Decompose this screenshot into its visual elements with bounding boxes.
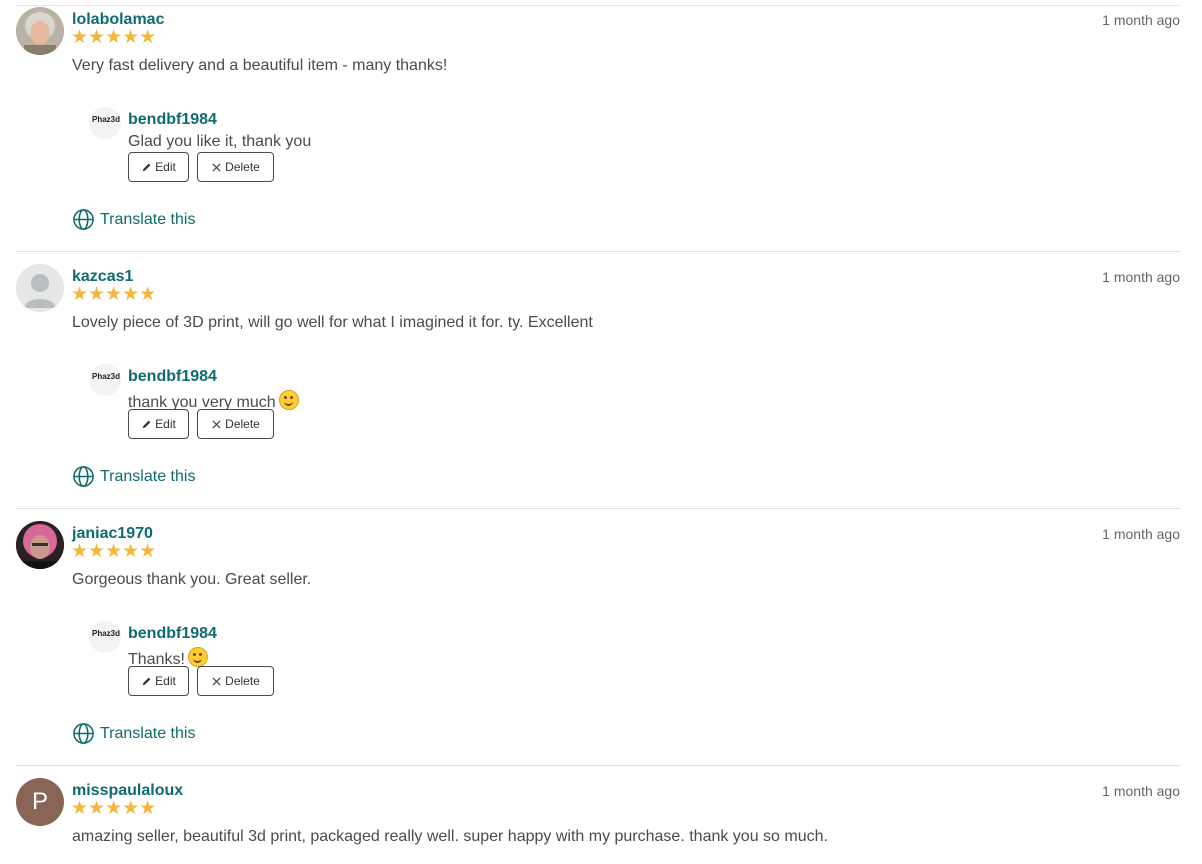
review-divider: [16, 251, 1181, 252]
delete-label: Delete: [225, 160, 260, 174]
star-rating: ★★★★★: [71, 284, 157, 305]
seller-logo: Phaz3d: [92, 629, 121, 638]
reply-text: Glad you like it, thank you: [128, 133, 312, 150]
smile-emoji-icon: [187, 647, 208, 667]
edit-button[interactable]: Edit: [128, 409, 189, 439]
seller-logo: Phaz3d: [92, 372, 121, 381]
review-divider: [16, 765, 1181, 766]
avatar-letter: P: [31, 788, 48, 815]
avatar[interactable]: [16, 7, 64, 55]
star-rating: ★★★★★: [71, 27, 157, 48]
translate-label: Translate this: [100, 210, 196, 228]
delete-button[interactable]: Delete: [197, 409, 274, 439]
seller-logo: Phaz3d: [92, 115, 121, 124]
edit-label: Edit: [155, 160, 176, 174]
delete-button[interactable]: Delete: [197, 152, 274, 182]
review-time: 1 month ago: [1102, 12, 1180, 28]
pencil-icon: [142, 677, 151, 685]
globe-icon: [73, 466, 94, 487]
seller-avatar[interactable]: Phaz3d: [89, 621, 121, 653]
translate-link[interactable]: Translate this: [72, 208, 195, 231]
review-text: Gorgeous thank you. Great seller.: [72, 571, 312, 588]
pencil-icon: [142, 420, 151, 428]
translate-link[interactable]: Translate this: [72, 722, 195, 745]
close-icon: [212, 419, 221, 429]
review-text: Lovely piece of 3D print, will go well f…: [72, 314, 593, 331]
review-divider: [16, 508, 1181, 509]
seller-avatar[interactable]: Phaz3d: [89, 364, 121, 396]
reply-username[interactable]: bendbf1984: [128, 368, 217, 386]
star-rating: ★★★★★: [71, 798, 157, 819]
reply-username[interactable]: bendbf1984: [128, 111, 217, 129]
delete-button[interactable]: Delete: [197, 666, 274, 696]
translate-link[interactable]: Translate this: [72, 465, 195, 488]
globe-icon: [73, 723, 94, 744]
translate-label: Translate this: [100, 467, 196, 485]
edit-label: Edit: [155, 674, 176, 688]
avatar[interactable]: [16, 264, 64, 312]
top-divider: [16, 5, 1181, 6]
seller-avatar[interactable]: Phaz3d: [89, 107, 121, 139]
review-text: Very fast delivery and a beautiful item …: [72, 57, 448, 74]
delete-label: Delete: [225, 417, 260, 431]
reply-username[interactable]: bendbf1984: [128, 625, 217, 643]
review-text: amazing seller, beautiful 3d print, pack…: [72, 828, 828, 845]
translate-label: Translate this: [100, 724, 196, 742]
edit-label: Edit: [155, 417, 176, 431]
avatar[interactable]: [16, 521, 64, 569]
close-icon: [212, 162, 221, 172]
avatar[interactable]: P: [16, 778, 64, 826]
star-rating: ★★★★★: [71, 541, 157, 562]
delete-label: Delete: [225, 674, 260, 688]
edit-button[interactable]: Edit: [128, 152, 189, 182]
review-time: 1 month ago: [1102, 783, 1180, 799]
smile-emoji-icon: [278, 390, 299, 410]
review-time: 1 month ago: [1102, 526, 1180, 542]
close-icon: [212, 676, 221, 686]
globe-icon: [73, 209, 94, 230]
edit-button[interactable]: Edit: [128, 666, 189, 696]
review-time: 1 month ago: [1102, 269, 1180, 285]
pencil-icon: [142, 163, 151, 171]
